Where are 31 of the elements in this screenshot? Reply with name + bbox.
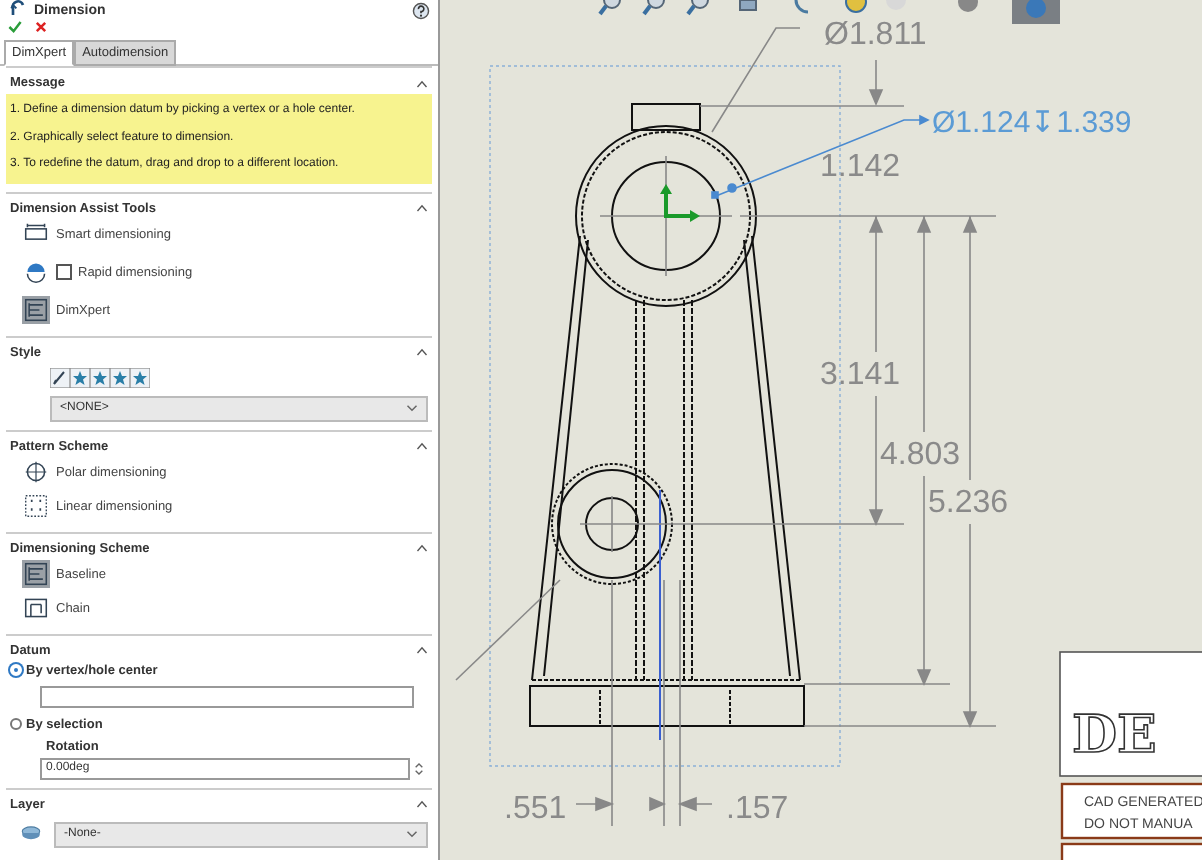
toolbar-magnifier-icon[interactable] — [598, 0, 621, 16]
datum-input-field[interactable] — [40, 685, 414, 707]
help-icon[interactable] — [412, 1, 430, 19]
collapse-caret-icon[interactable] — [416, 348, 428, 356]
radio-button[interactable] — [10, 718, 22, 730]
logo-box — [1059, 651, 1202, 777]
toolbar-arc-icon[interactable] — [794, 0, 809, 14]
dropdown-caret-icon — [406, 830, 418, 838]
rapid-dimension-icon — [22, 258, 50, 286]
style-star-button[interactable] — [70, 367, 90, 387]
origin-axes-icon — [660, 184, 700, 222]
style-star-button[interactable] — [130, 367, 150, 387]
check-icon[interactable] — [8, 20, 22, 34]
collapse-caret-icon[interactable] — [416, 646, 428, 654]
collapse-caret-icon[interactable] — [416, 442, 428, 450]
collapse-caret-icon[interactable] — [416, 544, 428, 552]
toolbar-magnifier-icon[interactable] — [686, 0, 709, 16]
dropdown-caret-icon — [406, 404, 418, 412]
dimension-tool-icon — [8, 0, 28, 20]
layer-icon — [20, 826, 42, 840]
spinner-arrows-icon[interactable] — [414, 759, 424, 777]
collapse-caret-icon[interactable] — [416, 204, 428, 212]
collapse-caret-icon[interactable] — [416, 79, 428, 87]
style-star-button[interactable] — [110, 367, 130, 387]
collapse-caret-icon[interactable] — [416, 800, 428, 808]
logo-text: DE — [1072, 706, 1157, 766]
style-star-button[interactable] — [90, 367, 110, 387]
style-brush-button[interactable] — [50, 367, 70, 387]
close-icon[interactable] — [34, 20, 48, 34]
checkbox[interactable] — [56, 264, 72, 280]
toolbar-magnifier-icon[interactable] — [642, 0, 665, 16]
